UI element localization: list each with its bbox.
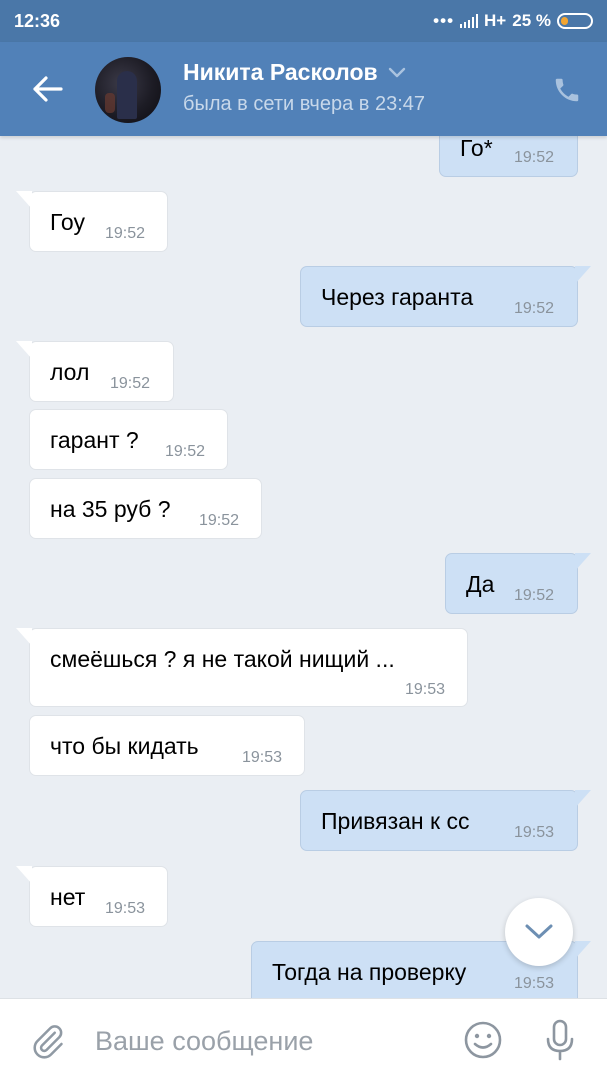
message-text: Гоу — [50, 209, 85, 235]
battery-percent: 25 % — [512, 11, 551, 30]
message-text: гарант ? — [50, 427, 139, 453]
chevron-down-icon — [388, 67, 405, 77]
message-text: смеёшься ? я не такой нищий ... — [50, 646, 395, 672]
scroll-down-button[interactable] — [505, 898, 573, 966]
message-time: 19:52 — [514, 149, 555, 166]
message-text: Тогда на проверку — [272, 959, 467, 985]
message-outgoing[interactable]: Го* 19:52 — [439, 136, 578, 177]
avatar[interactable] — [95, 57, 161, 123]
message-incoming[interactable]: смеёшься ? я не такой нищий ... 19:53 — [16, 628, 468, 707]
message-text: Да — [466, 571, 495, 597]
emoji-button[interactable] — [462, 1019, 504, 1061]
message-time: 19:53 — [514, 824, 555, 841]
message-composer — [0, 998, 607, 1080]
contact-name: Никита Расколов — [183, 59, 378, 85]
message-incoming[interactable]: что бы кидать 19:53 — [29, 715, 305, 776]
message-text: нет — [50, 884, 86, 910]
smiley-icon — [464, 1021, 502, 1059]
last-seen-status: была в сети вчера в 23:47 — [183, 93, 426, 115]
message-time: 19:53 — [242, 749, 283, 766]
message-time: 19:52 — [110, 375, 151, 392]
arrow-left-icon — [33, 76, 63, 102]
message-text: Го* — [460, 136, 493, 161]
message-time: 19:52 — [165, 443, 206, 460]
message-text: на 35 руб ? — [50, 496, 171, 522]
paperclip-icon — [33, 1025, 63, 1059]
signal-icon — [460, 14, 479, 28]
chevron-down-icon — [525, 924, 553, 939]
message-outgoing[interactable]: Привязан к сс 19:53 — [300, 790, 591, 851]
message-time: 19:53 — [514, 975, 555, 992]
message-time: 19:53 — [405, 681, 446, 698]
message-outgoing[interactable]: Через гаранта 19:52 — [300, 266, 591, 327]
message-text: Через гаранта — [321, 284, 474, 310]
notification-dots-icon: ••• — [433, 11, 455, 30]
message-incoming[interactable]: лол 19:52 — [16, 341, 174, 402]
contact-name-button[interactable]: Никита Расколов — [183, 59, 406, 86]
phone-icon — [555, 78, 579, 102]
microphone-icon — [546, 1019, 574, 1061]
back-button[interactable] — [28, 69, 68, 109]
message-incoming[interactable]: на 35 руб ? 19:52 — [29, 478, 262, 539]
status-time: 12:36 — [14, 10, 61, 31]
message-text: лол — [50, 359, 90, 385]
message-list[interactable]: Го* 19:52 Гоу 19:52 Через гаранта 19:52 … — [0, 136, 607, 998]
message-time: 19:52 — [514, 587, 555, 604]
battery-icon — [557, 13, 593, 29]
message-incoming[interactable]: нет 19:53 — [16, 866, 168, 927]
message-time: 19:53 — [105, 900, 146, 917]
message-incoming[interactable]: гарант ? 19:52 — [29, 409, 228, 470]
message-text: Привязан к сс — [321, 808, 470, 834]
message-input[interactable] — [95, 1021, 435, 1061]
chat-header: Никита Расколов была в сети вчера в 23:4… — [0, 42, 607, 136]
network-type: H+ — [484, 11, 507, 30]
status-indicators: ••• H+ 25 % — [433, 11, 593, 31]
battery-level — [561, 17, 568, 25]
status-bar: 12:36 ••• H+ 25 % — [0, 0, 607, 42]
message-text: что бы кидать — [50, 733, 199, 759]
message-outgoing[interactable]: Да 19:52 — [445, 553, 591, 614]
message-incoming[interactable]: Гоу 19:52 — [16, 191, 168, 252]
message-time: 19:52 — [105, 225, 146, 242]
call-button[interactable] — [549, 72, 585, 108]
voice-record-button[interactable] — [540, 1017, 580, 1063]
message-time: 19:52 — [514, 300, 555, 317]
attach-button[interactable] — [28, 1021, 68, 1061]
message-time: 19:52 — [199, 512, 240, 529]
